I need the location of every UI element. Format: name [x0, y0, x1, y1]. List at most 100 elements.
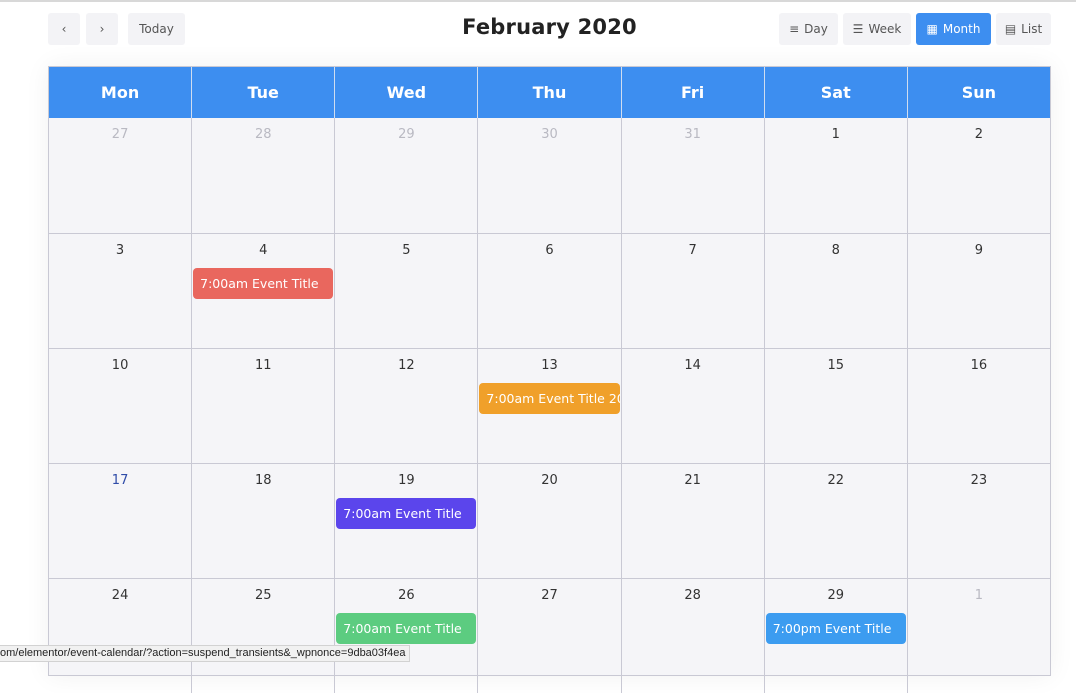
view-day-button[interactable]: ≡ Day — [779, 13, 838, 45]
day-number[interactable]: 21 — [622, 473, 764, 488]
week-row: 10111213 7:00am Event Title 2020141516 — [49, 348, 1050, 463]
day-number[interactable]: 26 — [335, 588, 477, 603]
event-item[interactable]: 7:00am Event Title 2020 — [479, 383, 620, 414]
month-grid: Mon Tue Wed Thu Fri Sat Sun 27 28 29 30 31 1 2 3 4 7:00… — [48, 66, 1051, 693]
day-number[interactable]: 28 — [192, 127, 334, 142]
day-number[interactable]: 4 — [192, 243, 334, 258]
day-cell[interactable]: 15 — [765, 349, 908, 463]
day-cell[interactable]: 14 — [622, 349, 765, 463]
day-cell[interactable]: 2 — [908, 118, 1050, 233]
day-number[interactable]: 10 — [49, 358, 191, 373]
day-cell[interactable]: 3 — [49, 234, 193, 348]
day-cell[interactable]: 17 — [49, 464, 193, 578]
event-item[interactable]: 7:00pm Event Title — [765, 613, 906, 644]
week-row: 3 4 7:00am Event Title 5 6 7 8 9 — [49, 233, 1050, 348]
day-cell[interactable]: 11 — [192, 349, 336, 463]
day-number[interactable]: 2 — [908, 127, 1050, 142]
day-number[interactable]: 1 — [765, 127, 907, 142]
bulleted-list-icon: ☰ — [852, 22, 864, 36]
day-cell[interactable]: 10 — [49, 349, 193, 463]
day-cell[interactable]: 22 — [765, 464, 908, 578]
day-number[interactable]: 23 — [908, 473, 1050, 488]
week-row: 27 28 29 30 31 1 2 — [49, 118, 1050, 233]
calendar-toolbar: ‹ › Today February 2020 ≡ Day ☰ Week ▦ M… — [48, 13, 1051, 45]
view-month-label: Month — [942, 22, 981, 36]
day-number[interactable]: 24 — [49, 588, 191, 603]
day-number[interactable]: 9 — [908, 243, 1050, 258]
day-cell[interactable]: 12 — [335, 349, 479, 463]
day-number[interactable]: 1 — [908, 588, 1050, 603]
day-cell[interactable]: 29 7:00pm Event Title — [765, 579, 908, 693]
grid-icon: ▦ — [926, 22, 938, 36]
weekday-fri: Fri — [622, 67, 765, 118]
day-number[interactable]: 31 — [622, 127, 764, 142]
day-cell[interactable]: 24 — [49, 579, 193, 693]
day-cell[interactable]: 8 — [765, 234, 908, 348]
event-item[interactable]: 7:00am Event Title — [336, 613, 477, 644]
day-number[interactable]: 29 — [335, 127, 477, 142]
day-cell[interactable]: 20 — [478, 464, 622, 578]
day-number[interactable]: 3 — [49, 243, 191, 258]
day-number[interactable]: 18 — [192, 473, 334, 488]
day-number[interactable]: 27 — [49, 127, 191, 142]
day-number[interactable]: 7 — [622, 243, 764, 258]
day-number[interactable]: 25 — [192, 588, 334, 603]
day-cell[interactable]: 16 — [908, 349, 1050, 463]
day-cell[interactable]: 25 — [192, 579, 336, 693]
day-cell[interactable]: 27 — [478, 579, 622, 693]
day-number[interactable]: 16 — [908, 358, 1050, 373]
day-number[interactable]: 29 — [765, 588, 907, 603]
day-cell[interactable]: 21 — [622, 464, 765, 578]
day-number[interactable]: 30 — [478, 127, 620, 142]
day-cell[interactable]: 29 — [335, 118, 479, 233]
today-day-number[interactable]: 17 — [49, 473, 191, 488]
status-bar-url: om/elementor/event-calendar/?action=susp… — [0, 645, 411, 662]
view-list-button[interactable]: ▤ List — [996, 13, 1051, 45]
day-number[interactable]: 20 — [478, 473, 620, 488]
window-top-border — [0, 0, 1076, 2]
table-icon: ▤ — [1004, 22, 1017, 36]
view-list-label: List — [1021, 22, 1043, 36]
view-week-label: Week — [868, 22, 902, 36]
day-cell[interactable]: 5 — [335, 234, 479, 348]
day-number[interactable]: 8 — [765, 243, 907, 258]
day-number[interactable]: 27 — [478, 588, 620, 603]
day-cell[interactable]: 4 7:00am Event Title — [192, 234, 336, 348]
day-number[interactable]: 6 — [478, 243, 620, 258]
event-item[interactable]: 7:00am Event Title — [336, 498, 477, 529]
day-number[interactable]: 15 — [765, 358, 907, 373]
day-number[interactable]: 5 — [335, 243, 477, 258]
day-cell[interactable]: 28 — [192, 118, 336, 233]
view-week-button[interactable]: ☰ Week — [843, 13, 911, 45]
event-item[interactable]: 7:00am Event Title — [193, 268, 334, 299]
weekday-tue: Tue — [192, 67, 336, 118]
week-row: 24 25 26 7:00am Event Title 27 28 29 7:00pm Eve… — [49, 578, 1050, 693]
day-cell[interactable]: 26 7:00am Event Title — [335, 579, 479, 693]
day-number[interactable]: 19 — [335, 473, 477, 488]
day-cell[interactable]: 31 — [622, 118, 765, 233]
day-number[interactable]: 11 — [192, 358, 334, 373]
weekday-sat: Sat — [765, 67, 908, 118]
day-cell[interactable]: 19 7:00am Event Title — [335, 464, 479, 578]
weekday-wed: Wed — [335, 67, 479, 118]
day-cell[interactable]: 6 — [478, 234, 622, 348]
day-cell[interactable]: 23 — [908, 464, 1050, 578]
weekday-header: Mon Tue Wed Thu Fri Sat Sun — [49, 67, 1050, 118]
view-month-button[interactable]: ▦ Month — [916, 13, 991, 45]
day-cell[interactable]: 1 — [765, 118, 908, 233]
day-number[interactable]: 13 — [478, 358, 620, 373]
day-cell[interactable]: 1 — [908, 579, 1050, 693]
day-cell[interactable]: 7 — [622, 234, 765, 348]
day-cell[interactable]: 18 — [192, 464, 336, 578]
weekday-thu: Thu — [478, 67, 622, 118]
day-number[interactable]: 12 — [335, 358, 477, 373]
day-number[interactable]: 28 — [622, 588, 764, 603]
weekday-sun: Sun — [961, 83, 997, 102]
day-cell[interactable]: 13 7:00am Event Title 2020 — [478, 349, 622, 463]
day-cell[interactable]: 30 — [478, 118, 622, 233]
day-number[interactable]: 22 — [765, 473, 907, 488]
day-cell[interactable]: 28 — [622, 579, 765, 693]
day-number[interactable]: 14 — [622, 358, 764, 373]
day-cell[interactable]: 9 — [908, 234, 1050, 348]
day-cell[interactable]: 27 — [49, 118, 193, 233]
